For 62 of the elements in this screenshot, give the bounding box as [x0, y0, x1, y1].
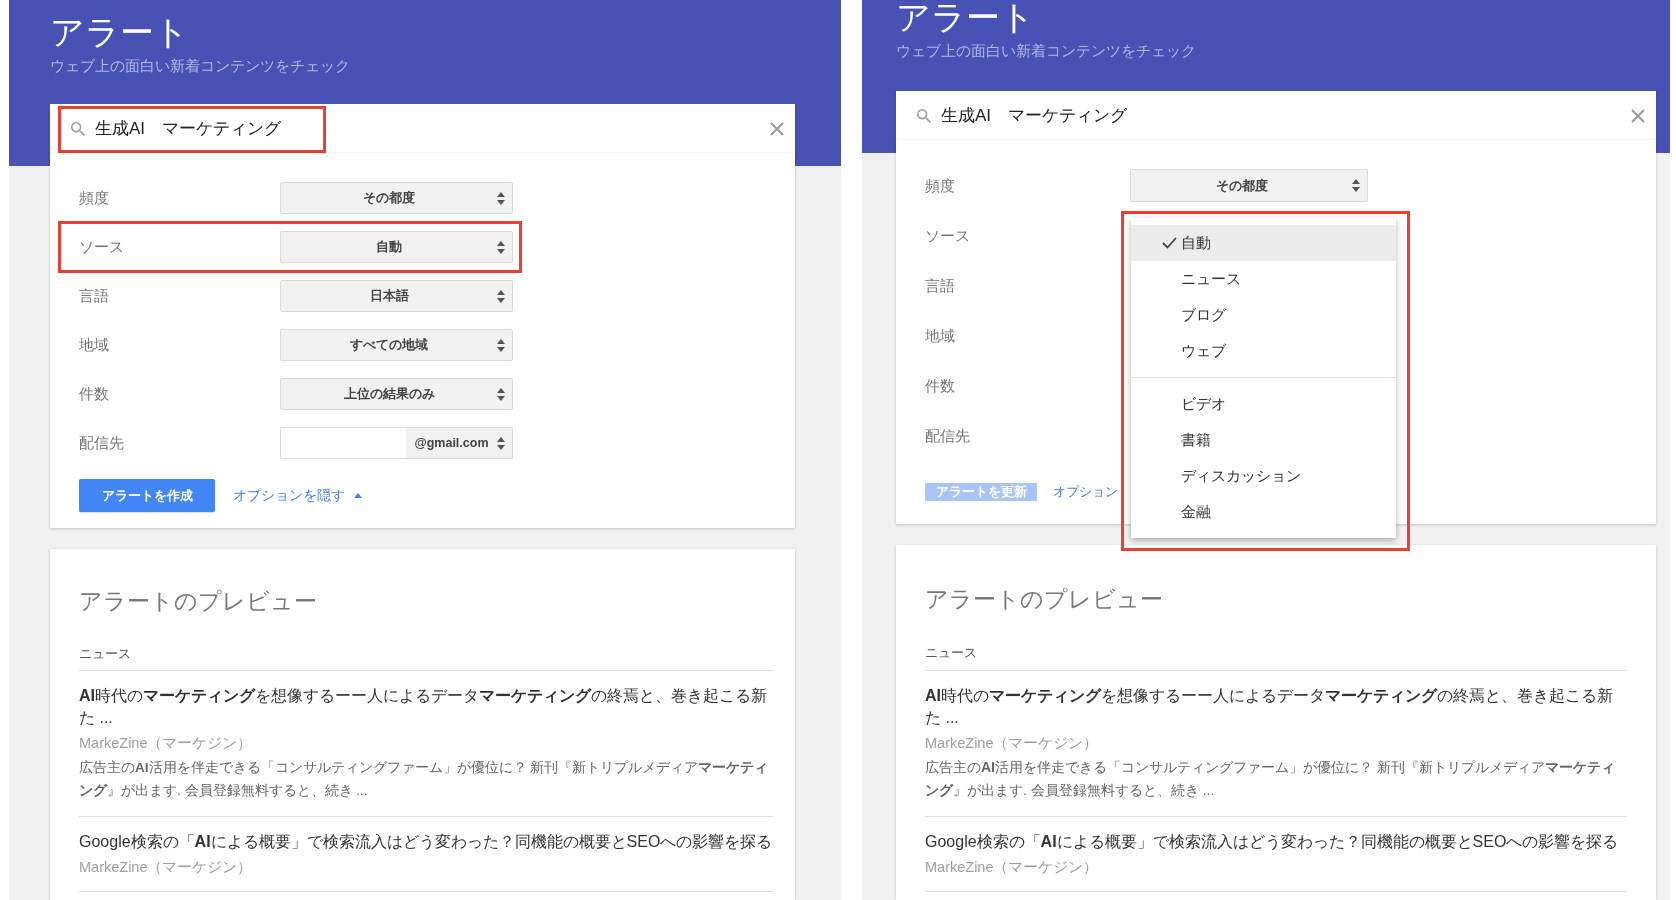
menu-option[interactable]: ディスカッション — [1131, 458, 1396, 494]
close-icon[interactable] — [1631, 108, 1645, 123]
page-subtitle: ウェブ上の面白い新着コンテンツをチェック — [50, 56, 350, 76]
option-label: 頻度 — [79, 189, 109, 208]
article-snippet: 広告主のAI活用を伴走できる「コンサルティングファーム」が優位に？ 新刊『新トリプルメディアマーケティング』が出ます. 会員登録無料すると、続き ... — [925, 758, 1616, 800]
options-toggle-link[interactable]: オプション — [1053, 482, 1118, 502]
select-dropdown[interactable]: 上位の結果のみ — [280, 378, 513, 410]
option-label: ソース — [925, 226, 970, 246]
section-heading: ニュース — [79, 645, 131, 663]
option-label: 頻度 — [925, 176, 955, 196]
article-source: MarkeZine（マーケジン） — [925, 858, 1099, 877]
search-field[interactable]: 生成AI マーケティング — [896, 91, 1656, 140]
search-icon — [71, 121, 85, 136]
option-label: 地域 — [79, 336, 109, 355]
select-dropdown[interactable]: その都度 — [1130, 169, 1368, 202]
up-down-arrows-icon — [497, 338, 505, 352]
menu-option[interactable]: ニュース — [1131, 261, 1396, 297]
up-down-arrows-icon — [497, 289, 505, 303]
page-title: アラート — [896, 0, 1035, 34]
close-icon[interactable] — [770, 121, 784, 136]
option-label: 言語 — [925, 276, 955, 296]
up-down-arrows-icon — [497, 240, 505, 254]
article-title-link[interactable]: AI時代のマーケティングを想像するーー人によるデータマーケティングの終焉と、巻き起こる新た ... — [925, 685, 1626, 729]
article-title-link[interactable]: Google検索の「AIによる概要」で検索流入はどう変わった？同機能の概要とSEOへの影響を探る — [79, 831, 773, 853]
article-title-link[interactable]: Google検索の「AIによる概要」で検索流入はどう変わった？同機能の概要とSEOへの影響を探る — [925, 831, 1626, 853]
menu-option[interactable]: 自動 — [1131, 225, 1396, 261]
article-source: MarkeZine（マーケジン） — [79, 858, 253, 877]
preview-title: アラートのプレビュー — [925, 585, 1163, 614]
option-label: 言語 — [79, 287, 109, 306]
article-source: MarkeZine（マーケジン） — [925, 734, 1099, 753]
article-snippet: 広告主のAI活用を伴走できる「コンサルティングファーム」が優位に？ 新刊『新トリプルメディアマーケティング』が出ます. 会員登録無料すると、続き ... — [79, 759, 770, 800]
menu-option[interactable]: ウェブ — [1131, 333, 1396, 369]
select-dropdown[interactable]: 日本語 — [280, 280, 513, 312]
submit-button[interactable]: アラートを作成 — [79, 479, 215, 512]
select-dropdown[interactable]: その都度 — [280, 182, 513, 214]
article-source: MarkeZine（マーケジン） — [79, 734, 253, 753]
options-toggle-link[interactable]: オプションを隠す — [233, 485, 362, 506]
option-label: 件数 — [925, 376, 955, 396]
up-down-arrows-icon — [497, 191, 505, 205]
select-dropdown[interactable]: すべての地域 — [280, 329, 513, 361]
up-down-arrows-icon — [1352, 179, 1360, 192]
option-label: 件数 — [79, 385, 109, 404]
option-label: 配信先 — [925, 426, 970, 446]
option-label: ソース — [79, 238, 124, 257]
up-down-arrows-icon — [497, 387, 505, 401]
preview-title: アラートのプレビュー — [79, 587, 317, 616]
select-dropdown[interactable]: 自動 — [280, 231, 513, 263]
check-icon — [1162, 237, 1177, 249]
search-field[interactable]: 生成AI マーケティング — [50, 104, 795, 153]
option-label: 地域 — [925, 326, 955, 346]
select-dropdown[interactable]: @gmail.com — [280, 427, 513, 459]
menu-option[interactable]: 金融 — [1131, 494, 1396, 530]
section-heading: ニュース — [925, 644, 977, 662]
search-icon — [917, 108, 931, 123]
up-down-arrows-icon — [497, 436, 505, 450]
menu-option[interactable]: ビデオ — [1131, 386, 1396, 422]
option-label: 配信先 — [79, 434, 124, 453]
page-title: アラート — [50, 12, 189, 52]
article-title-link[interactable]: AI時代のマーケティングを想像するーー人によるデータマーケティングの終焉と、巻き起こる新た ... — [79, 685, 773, 729]
menu-option[interactable]: ブログ — [1131, 297, 1396, 333]
menu-option[interactable]: 書籍 — [1131, 422, 1396, 458]
page-subtitle: ウェブ上の面白い新着コンテンツをチェック — [896, 41, 1196, 61]
